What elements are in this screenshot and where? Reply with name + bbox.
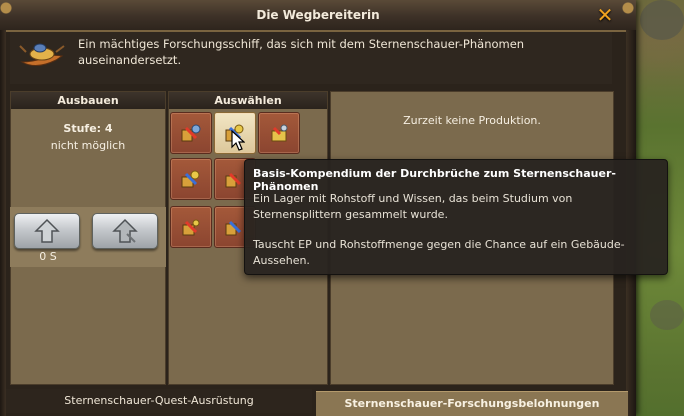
tab-quest-equipment[interactable]: Sternenschauer-Quest-Ausrüstung [6, 389, 312, 413]
level-text: Stufe: 4 [63, 122, 113, 135]
research-items-icon [225, 220, 242, 236]
upgrade-max-button[interactable] [92, 213, 158, 249]
map-rock [640, 0, 684, 40]
choose-panel-header: Auswählen [169, 92, 327, 109]
upgrade-arrow-icon [34, 218, 60, 243]
tooltip-effect: Tauscht EP und Rohstoffmenge gegen die C… [253, 238, 625, 267]
tooltip-title: Basis-Kompendium der Durchbrüche zum Ste… [253, 167, 616, 193]
research-items-icon [182, 219, 200, 236]
upgrade-panel-header: Ausbauen [11, 92, 165, 109]
window-frame [0, 30, 6, 416]
choose-slot-3[interactable] [258, 112, 300, 154]
research-items-icon [181, 124, 201, 142]
building-description: Ein mächtiges Forschungsschiff, das sich… [10, 32, 612, 84]
upgrade-arrow-disabled-icon [112, 218, 138, 243]
map-rock [650, 300, 684, 330]
ornament-icon [618, 0, 636, 30]
research-items-icon [271, 124, 288, 142]
choose-slot-4[interactable] [170, 158, 212, 200]
production-status: Zurzeit keine Produktion. [403, 114, 541, 127]
tab-research-rewards[interactable]: Sternenschauer-Forschungsbelohnungen [316, 391, 628, 416]
research-items-icon [225, 172, 242, 188]
upgrade-cost: 0 S [39, 250, 57, 263]
research-items-icon [181, 170, 200, 188]
upgrade-button[interactable] [14, 213, 80, 249]
mouse-cursor-icon [231, 130, 245, 151]
close-icon[interactable]: ✕ [594, 4, 616, 26]
upgrade-status-text: nicht möglich [50, 139, 126, 152]
window-title: Die Wegbereiterin [256, 8, 380, 22]
description-text: Ein mächtiges Forschungsschiff, das sich… [78, 37, 525, 67]
item-tooltip: Basis-Kompendium der Durchbrüche zum Ste… [244, 159, 668, 275]
window-titlebar[interactable]: Die Wegbereiterin ✕ [0, 0, 636, 32]
choose-slot-6[interactable] [170, 206, 212, 248]
tooltip-description: Ein Lager mit Rohstoff und Wissen, das b… [253, 192, 573, 221]
research-ship-icon [16, 40, 70, 74]
choose-slot-1[interactable] [170, 112, 212, 154]
